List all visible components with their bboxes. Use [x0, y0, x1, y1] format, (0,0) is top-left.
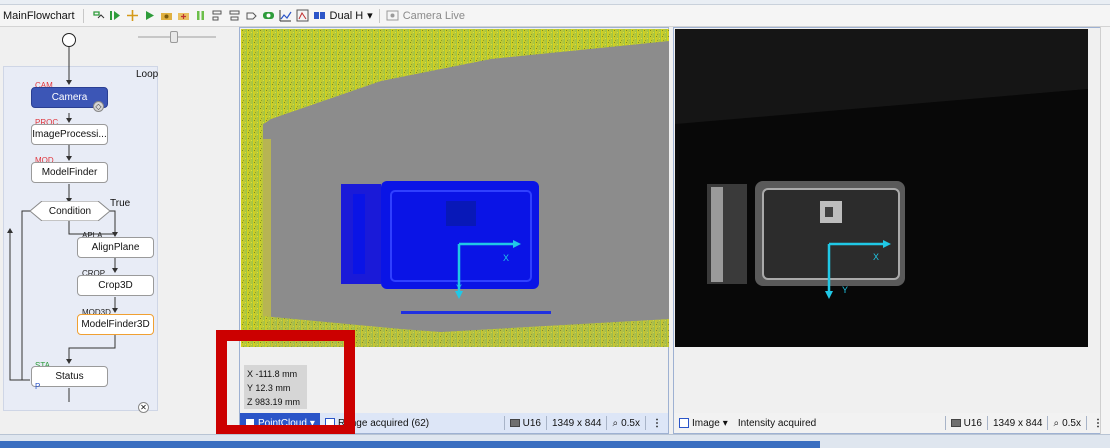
image-dimensions-label: 1349 x 844: [551, 417, 602, 429]
intensity-render: [675, 29, 1088, 347]
zoom-magnifier-icon: ⌕: [612, 417, 619, 429]
image-icon: [679, 418, 689, 428]
axis-y-label: Y: [842, 285, 849, 295]
bottom-panel-header: [0, 441, 820, 448]
flow-node-modelfinder3d[interactable]: ModelFinder3D: [77, 314, 154, 335]
align-left-icon[interactable]: [211, 9, 224, 22]
node-label: Condition: [48, 205, 92, 217]
collapse-panel-icon[interactable]: ✕: [138, 402, 149, 413]
node-collapse-icon[interactable]: ◇: [93, 101, 104, 112]
chart-icon[interactable]: [279, 9, 292, 22]
dropdown-caret-icon: ▾: [722, 417, 728, 429]
node-label: ImageProcessi...: [32, 129, 107, 140]
image-dimensions-label: 1349 x 844: [992, 417, 1043, 429]
pointcloud-render: [241, 29, 669, 347]
pause-icon[interactable]: [194, 9, 207, 22]
dropdown-caret-icon[interactable]: ▾: [367, 9, 373, 22]
zoom-button[interactable]: ⌕ 0.5x: [607, 418, 645, 429]
zoom-slider-handle[interactable]: [170, 31, 178, 43]
camera-add-icon[interactable]: [177, 9, 190, 22]
zoom-level-label: 0.5x: [1062, 417, 1081, 429]
dual-view-icon[interactable]: [313, 9, 326, 22]
toolbar-separator: [378, 8, 380, 23]
flow-node-modelfinder[interactable]: ModelFinder: [31, 162, 108, 183]
flow-node-alignplane[interactable]: AlignPlane: [77, 237, 154, 258]
flow-node-crop3d[interactable]: Crop3D: [77, 275, 154, 296]
node-label: Crop3D: [98, 280, 133, 291]
pixel-format-label: U16: [963, 417, 982, 429]
layout-icon[interactable]: [296, 9, 309, 22]
axis-x-label: X: [873, 252, 880, 262]
node-label: ModelFinder: [41, 167, 98, 178]
app-window: MainFlowchart Dual H ▾ Camera Live Loop …: [0, 0, 1110, 448]
camera-live-button[interactable]: Camera Live: [403, 10, 465, 22]
zoom-button[interactable]: ⌕ 0.5x: [1048, 418, 1086, 429]
right-side-scrollbar[interactable]: [1100, 27, 1110, 434]
align-center-icon[interactable]: [228, 9, 241, 22]
flowchart-toolbar: MainFlowchart Dual H ▾ Camera Live: [0, 5, 1110, 27]
flow-node-status[interactable]: Status: [31, 366, 108, 387]
camera-live-icon[interactable]: [386, 9, 399, 22]
format-icon: [950, 419, 961, 427]
dual-h-dropdown[interactable]: Dual H: [330, 10, 364, 22]
zoom-level-label: 0.5x: [621, 417, 640, 429]
pointcloud-canvas[interactable]: X Y: [241, 29, 669, 347]
image-mode-dropdown[interactable]: Image ▾: [674, 418, 733, 429]
node-label: AlignPlane: [91, 242, 140, 253]
zoom-magnifier-icon: ⌕: [1053, 417, 1060, 429]
intensity-viewer[interactable]: X Y Image ▾ Intensity acquired U16 1349 …: [673, 27, 1110, 434]
node-label: Status: [55, 371, 84, 382]
connect-icon[interactable]: [245, 9, 258, 22]
axis-x-label: X: [503, 253, 510, 263]
flow-node-imageprocessing[interactable]: ImageProcessi...: [31, 124, 108, 145]
intensity-statusbar: Image ▾ Intensity acquired U16 1349 x 84…: [674, 413, 1109, 433]
bottom-panel-strip: [0, 434, 1110, 448]
more-options-icon[interactable]: ⋮: [646, 418, 668, 429]
node-label: ModelFinder3D: [81, 319, 150, 330]
node-label: Camera: [51, 92, 88, 103]
camera-group-icon[interactable]: [160, 9, 173, 22]
image-mode-label: Image: [692, 417, 720, 429]
pixel-format-label: U16: [522, 417, 541, 429]
axis-y-label: Y: [456, 283, 463, 293]
record-icon[interactable]: [262, 9, 275, 22]
intensity-canvas[interactable]: X Y: [675, 29, 1088, 347]
condition-true-label: True: [110, 198, 131, 209]
highlight-frame: [216, 330, 355, 436]
acquisition-status-text: Intensity acquired: [737, 417, 817, 429]
status-port-label: P: [35, 382, 41, 391]
flow-node-condition[interactable]: Condition: [42, 203, 98, 219]
format-icon: [509, 419, 520, 427]
